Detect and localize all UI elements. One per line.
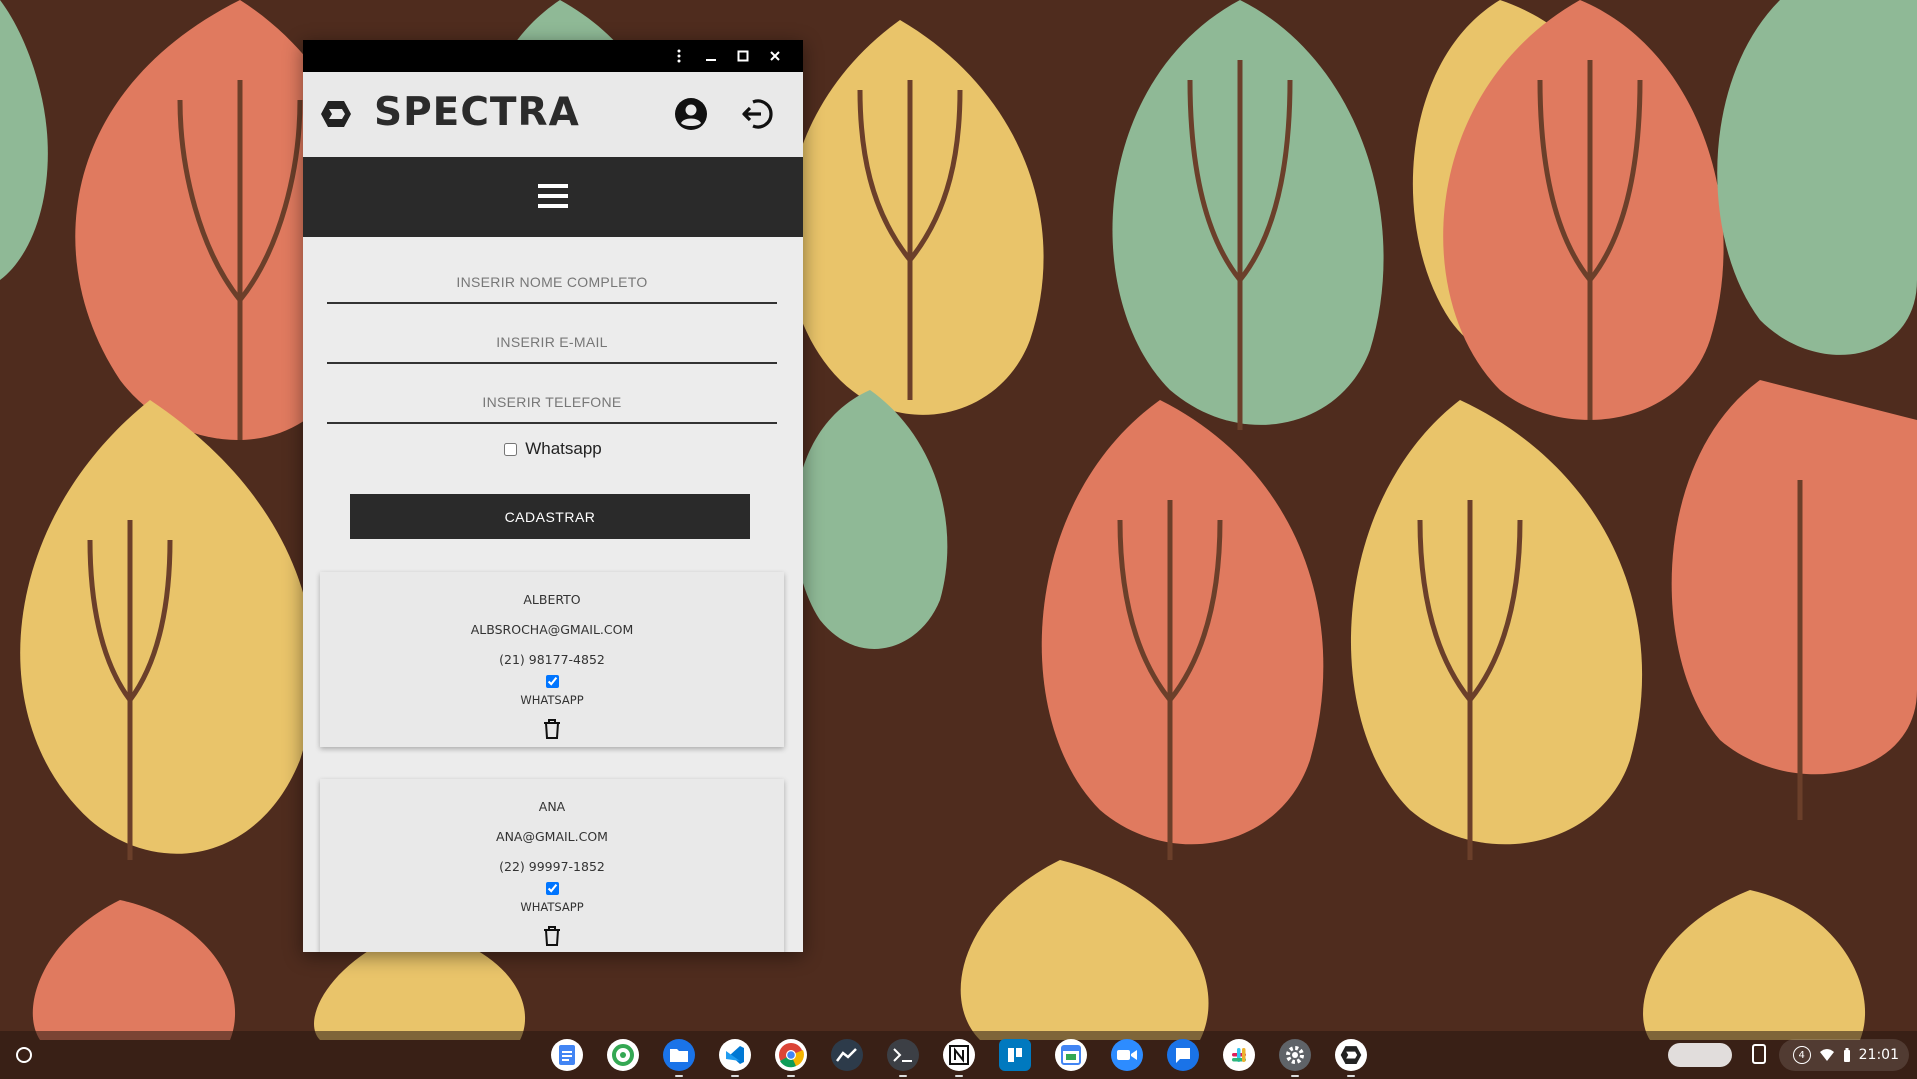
app-navbar xyxy=(303,157,803,237)
os-shelf: 4 21:01 xyxy=(0,1031,1917,1079)
notion-icon[interactable] xyxy=(943,1039,975,1077)
contact-phone: (22) 99997-1852 xyxy=(499,859,605,874)
wifi-icon xyxy=(1819,1049,1834,1061)
settings-gear-icon[interactable] xyxy=(1279,1039,1311,1077)
close-icon[interactable] xyxy=(759,40,791,72)
contact-whatsapp-checkbox[interactable] xyxy=(546,675,559,688)
contact-name: ANA xyxy=(538,799,566,814)
full-name-input[interactable] xyxy=(327,262,777,304)
register-button[interactable]: CADASTRAR xyxy=(350,494,750,539)
chrome-icon[interactable] xyxy=(775,1039,807,1077)
spectra-app-icon[interactable] xyxy=(1335,1039,1367,1077)
more-vert-icon[interactable] xyxy=(663,40,695,72)
whatsapp-checkbox[interactable] xyxy=(504,442,518,456)
clock-time: 21:01 xyxy=(1858,1047,1899,1063)
app-header: SPECTRA xyxy=(303,72,803,157)
vscode-icon[interactable] xyxy=(719,1039,751,1077)
logout-icon[interactable] xyxy=(739,96,775,132)
zoom-icon[interactable] xyxy=(1111,1039,1143,1071)
files-icon[interactable] xyxy=(663,1039,695,1077)
app-window: SPECTRA Whatsapp CADASTRAR ALBERTO ALBSR… xyxy=(303,40,803,952)
whatsapp-label: Whatsapp xyxy=(525,439,602,458)
activity-monitor-icon[interactable] xyxy=(831,1039,863,1071)
window-titlebar[interactable] xyxy=(303,40,803,72)
google-docs-icon[interactable] xyxy=(551,1039,583,1071)
status-tray[interactable]: 4 21:01 xyxy=(1779,1039,1909,1071)
contact-card: ALBERTO ALBSROCHA@GMAIL.COM (21) 98177-4… xyxy=(320,572,784,747)
launcher-icon[interactable] xyxy=(10,1041,38,1069)
contact-email: ALBSROCHA@GMAIL.COM xyxy=(470,622,634,637)
trello-icon[interactable] xyxy=(999,1039,1031,1071)
account-circle-icon[interactable] xyxy=(673,96,709,132)
whatsapp-option: Whatsapp xyxy=(303,439,803,459)
contact-email: ANA@GMAIL.COM xyxy=(496,829,608,844)
minimize-icon[interactable] xyxy=(695,40,727,72)
contact-whatsapp-checkbox[interactable] xyxy=(546,882,559,895)
spectra-logo-icon xyxy=(321,101,351,127)
slack-icon[interactable] xyxy=(1223,1039,1255,1071)
email-input[interactable] xyxy=(327,322,777,364)
google-calendar-icon[interactable] xyxy=(1055,1039,1087,1071)
desktop-wallpaper xyxy=(0,0,1917,1079)
trash-icon[interactable] xyxy=(542,925,562,947)
battery-icon xyxy=(1843,1047,1850,1062)
hamburger-menu-icon[interactable] xyxy=(537,181,569,211)
contact-name: ALBERTO xyxy=(523,592,581,607)
terminal-icon[interactable] xyxy=(887,1039,919,1077)
contact-whatsapp-label: WHATSAPP xyxy=(520,900,584,914)
contact-card: ANA ANA@GMAIL.COM (22) 99997-1852 WHATSA… xyxy=(320,779,784,952)
contact-whatsapp-label: WHATSAPP xyxy=(520,693,584,707)
contact-form: Whatsapp CADASTRAR xyxy=(303,237,803,567)
phone-input[interactable] xyxy=(327,382,777,424)
trash-icon[interactable] xyxy=(542,718,562,740)
chrome-remote-icon[interactable] xyxy=(607,1039,639,1071)
phone-hub-icon[interactable] xyxy=(1752,1044,1770,1066)
contact-phone: (21) 98177-4852 xyxy=(499,652,605,667)
notification-count-badge: 4 xyxy=(1792,1046,1811,1064)
messages-icon[interactable] xyxy=(1167,1039,1199,1071)
user-avatar-pod[interactable] xyxy=(1668,1043,1732,1067)
maximize-icon[interactable] xyxy=(727,40,759,72)
app-brand: SPECTRA xyxy=(374,90,580,135)
